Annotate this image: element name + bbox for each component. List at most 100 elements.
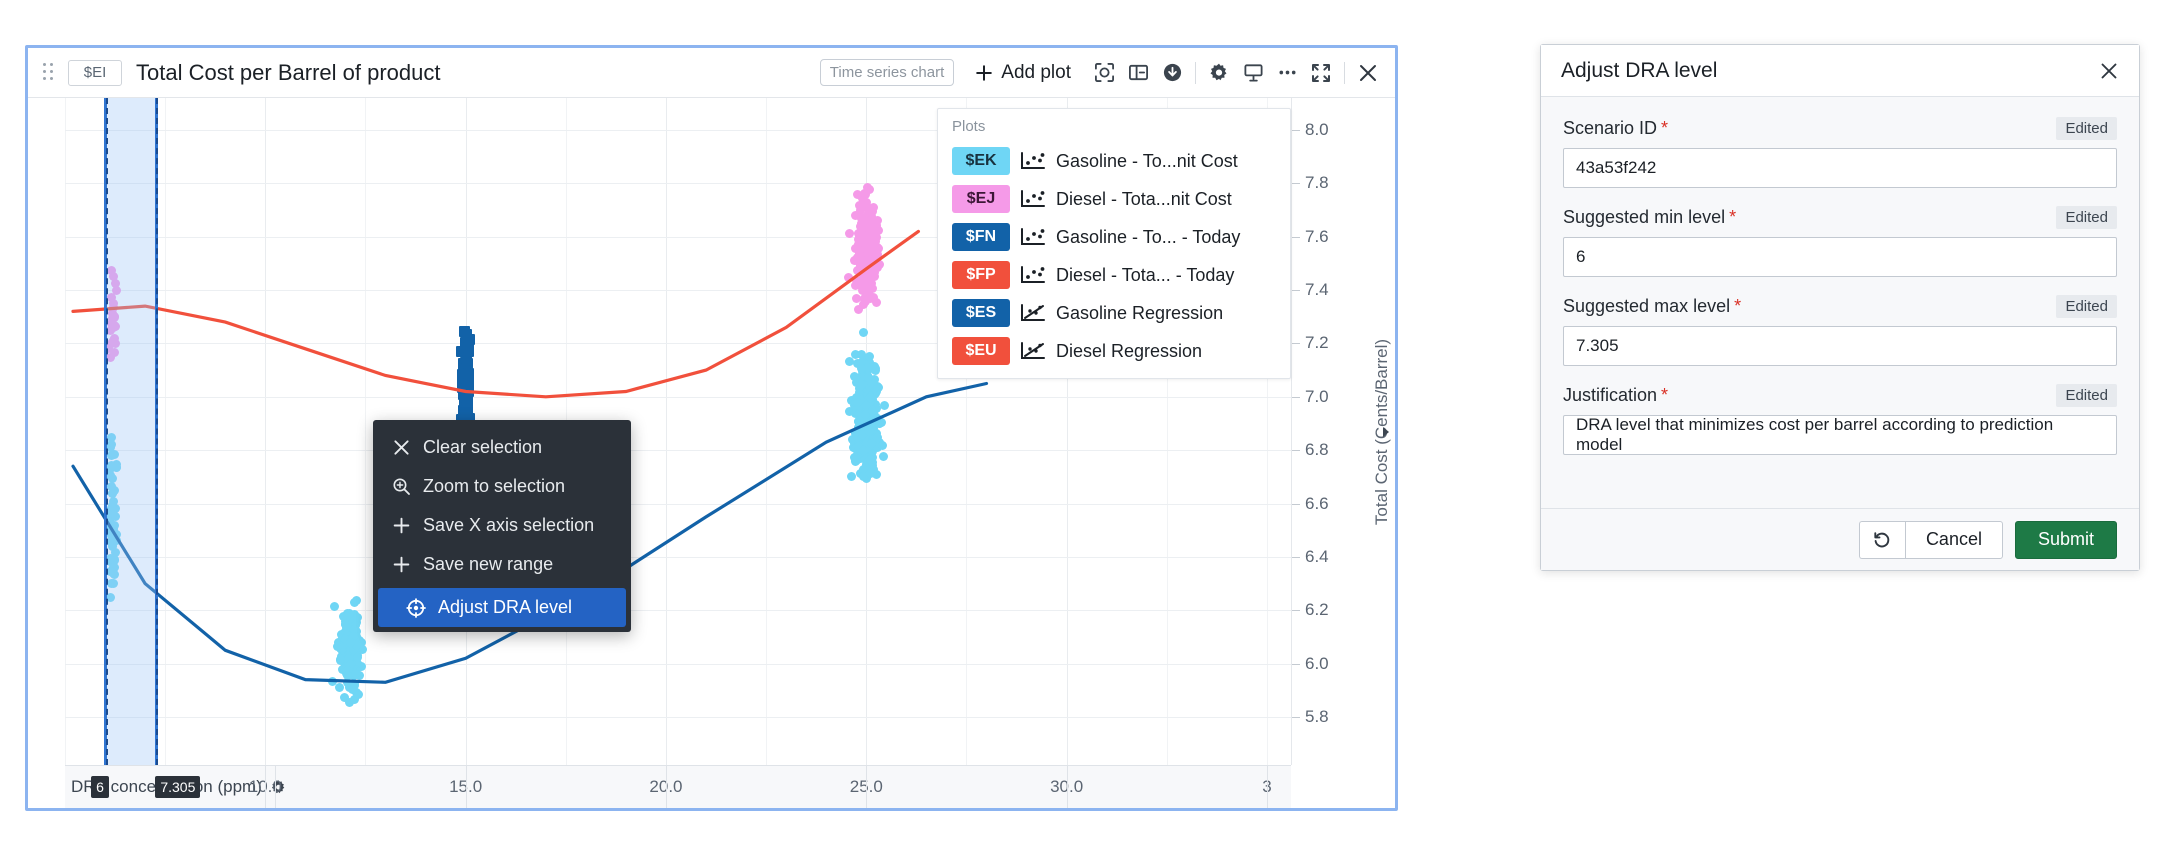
context-menu[interactable]: Clear selection Zoom to selection Save X a… (373, 420, 631, 632)
x-axis-selection-band[interactable] (104, 98, 159, 765)
scatter-point (871, 363, 881, 373)
legend-item[interactable]: $EJ Diesel - Tota...nit Cost (938, 180, 1290, 218)
scatter-point (458, 383, 470, 395)
collapse-arrow-icon[interactable] (1379, 422, 1393, 442)
close-icon[interactable] (1351, 56, 1385, 90)
scatter-point (868, 203, 878, 213)
plot-area[interactable]: DRA concentration (ppm) 10.015.020.025.0… (28, 98, 1395, 808)
scatter-point (344, 678, 354, 688)
scatter-point (866, 240, 876, 250)
scatter-point (866, 421, 876, 431)
scatter-point (337, 665, 347, 675)
legend-item[interactable]: $FN Gasoline - To... - Today (938, 218, 1290, 256)
scatter-point (854, 403, 864, 413)
scatter-point (350, 650, 360, 660)
scatter-point (352, 595, 362, 605)
legend-item[interactable]: $EU Diesel Regression (938, 332, 1290, 370)
scatter-point (344, 618, 354, 628)
context-menu-item[interactable]: Save X axis selection (373, 506, 631, 545)
scatter-point (856, 428, 866, 438)
legend-item-label: Diesel Regression (1056, 340, 1203, 361)
add-plot-button[interactable]: Add plot (968, 59, 1077, 87)
legend-code-chip[interactable]: $EU (952, 337, 1010, 365)
gear-icon[interactable] (1202, 56, 1236, 90)
scatter-point (462, 376, 474, 388)
y-tick-mark (1292, 663, 1300, 665)
scatter-point (850, 210, 860, 220)
close-icon[interactable] (2099, 61, 2119, 81)
scatter-point (345, 628, 355, 638)
context-menu-item[interactable]: Adjust DRA level (378, 588, 626, 627)
legend-item[interactable]: $ES Gasoline Regression (938, 294, 1290, 332)
scatter-point (351, 669, 361, 679)
legend-item[interactable]: $EK Gasoline - To...nit Cost (938, 142, 1290, 180)
legend-code-chip[interactable]: $EJ (952, 185, 1010, 213)
context-menu-item[interactable]: Save new range (373, 545, 631, 584)
context-menu-item[interactable]: Zoom to selection (373, 467, 631, 506)
sheet-tag[interactable]: $EI (68, 59, 122, 86)
scatter-point (348, 670, 358, 680)
gridline (65, 716, 1291, 718)
scatter-point (869, 411, 879, 421)
selection-icon[interactable] (1087, 56, 1121, 90)
scatter-point (854, 397, 864, 407)
scatter-point (866, 428, 876, 438)
legend-code-chip[interactable]: $FP (952, 261, 1010, 289)
scatter-point (870, 417, 880, 427)
fullscreen-icon[interactable] (1304, 56, 1338, 90)
scatter-point (873, 382, 883, 392)
scatter-point (855, 249, 865, 259)
scatter-point (854, 440, 864, 450)
scatter-point (350, 624, 360, 634)
scatter-point (345, 682, 355, 692)
scatter-point (349, 694, 359, 704)
cancel-button[interactable]: Cancel (1904, 520, 2003, 559)
reset-icon[interactable] (1858, 520, 1905, 559)
chart-type-pill[interactable]: Time series chart (819, 59, 955, 86)
scatter-point (850, 443, 860, 453)
scatter-point (342, 651, 352, 661)
selection-max-badge[interactable]: 7.305 (155, 776, 201, 798)
scatter-point (855, 468, 865, 478)
scatter-point (351, 643, 361, 653)
scatter-point (458, 374, 470, 386)
scatter-point (868, 452, 878, 462)
scatter-point (349, 621, 359, 631)
scatter-point (349, 598, 359, 608)
scatter-point (355, 640, 365, 650)
scatter-point (340, 640, 350, 650)
drag-handle-icon[interactable] (40, 62, 58, 84)
selection-min-badge[interactable]: 6 (91, 776, 109, 798)
text-input[interactable]: 43a53f242 (1563, 148, 2117, 188)
scatter-point (867, 244, 877, 254)
scatter-point (338, 629, 348, 639)
legend-code-chip[interactable]: $ES (952, 299, 1010, 327)
submit-button[interactable]: Submit (2014, 520, 2117, 559)
scatter-point (352, 652, 362, 662)
scatter-point (341, 635, 351, 645)
text-input[interactable]: 6 (1563, 237, 2117, 277)
legend-code-chip[interactable]: $EK (952, 147, 1010, 175)
scatter-point (859, 238, 869, 248)
scatter-point (338, 654, 348, 664)
scatter-point (348, 646, 358, 656)
scatter-point (867, 393, 877, 403)
presentation-icon[interactable] (1236, 56, 1270, 90)
text-input[interactable]: DRA level that minimizes cost per barrel… (1563, 415, 2117, 455)
legend-item[interactable]: $FP Diesel - Tota... - Today (938, 256, 1290, 294)
scatter-point (854, 405, 864, 415)
plus-icon (391, 516, 411, 536)
context-menu-item[interactable]: Clear selection (373, 428, 631, 467)
legend-panel[interactable]: Plots $EK Gasoline - To...nit Cost $EJ Dies… (937, 108, 1291, 379)
download-icon[interactable] (1155, 56, 1189, 90)
scatter-point (352, 613, 362, 622)
more-icon[interactable] (1270, 56, 1304, 90)
scatter-point (869, 243, 879, 253)
scatter-point (347, 634, 357, 644)
x-axis[interactable]: DRA concentration (ppm) 10.015.020.025.0… (65, 765, 1291, 808)
legend-code-chip[interactable]: $FN (952, 223, 1010, 251)
scatter-point (850, 453, 860, 463)
panel-layout-icon[interactable] (1121, 56, 1155, 90)
y-axis[interactable]: 5.8 6.0 6.2 6.4 6.6 6.8 7.0 7.2 7.4 7.6 7.8 8.0 Tot… (1291, 98, 1395, 765)
text-input[interactable]: 7.305 (1563, 326, 2117, 366)
